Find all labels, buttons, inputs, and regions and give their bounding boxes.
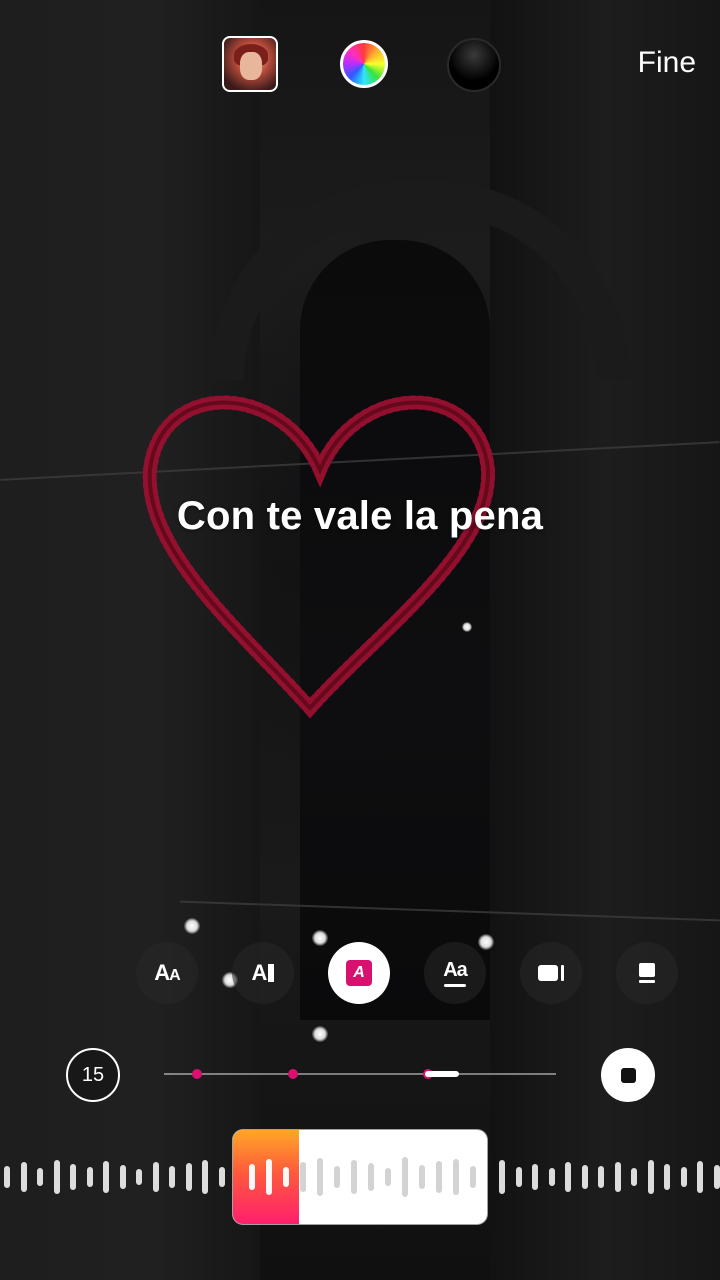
timeline-marker[interactable] — [288, 1069, 298, 1079]
lyric-timeline-track[interactable] — [164, 1073, 556, 1075]
waveform-bar — [86, 1167, 93, 1187]
heart-lights — [142, 395, 496, 719]
waveform-bar — [218, 1167, 225, 1187]
font-style-aa-icon: AA — [154, 960, 180, 985]
waveform-bar — [317, 1158, 323, 1196]
audio-waveform-scrubber[interactable] — [0, 1130, 720, 1226]
background-light — [312, 1026, 328, 1042]
timeline-handle[interactable] — [425, 1071, 459, 1077]
waveform-bar — [697, 1161, 703, 1193]
text-size-icon: Aa — [443, 959, 468, 987]
top-bar: Fine — [0, 30, 720, 100]
waveform-bar — [283, 1167, 289, 1187]
waveform-bar — [532, 1164, 538, 1190]
thumbnail-face — [240, 52, 262, 80]
waveform-bar — [598, 1166, 604, 1188]
card-style-icon — [639, 963, 655, 983]
stop-icon — [620, 1067, 636, 1083]
sticker-thumbnail-button[interactable] — [222, 36, 278, 92]
waveform-bar — [103, 1161, 109, 1193]
waveform-bar — [37, 1168, 43, 1186]
highlight-a-icon: A — [346, 960, 372, 986]
video-style-button[interactable] — [520, 942, 582, 1004]
waveform-bar — [20, 1162, 27, 1192]
waveform-bar — [266, 1159, 272, 1195]
clip-selector[interactable] — [233, 1130, 487, 1224]
waveform-bar — [614, 1162, 621, 1192]
waveform-bar — [249, 1164, 255, 1190]
duration-button[interactable]: 15 — [66, 1048, 120, 1102]
color-picker-button[interactable] — [340, 40, 388, 88]
waveform-bar — [334, 1166, 340, 1188]
waveform-bar — [53, 1160, 60, 1194]
waveform-bar — [565, 1162, 571, 1192]
card-style-button[interactable] — [616, 942, 678, 1004]
waveform-bar — [647, 1160, 654, 1194]
waveform-bar — [300, 1162, 306, 1192]
text-align-button[interactable]: A — [232, 942, 294, 1004]
waveform-bar — [385, 1168, 391, 1186]
waveform-bar — [548, 1168, 555, 1186]
waveform-bar — [368, 1163, 374, 1191]
timeline-row: 15 — [0, 1046, 720, 1102]
waveform-bar — [680, 1167, 687, 1187]
timeline-marker[interactable] — [192, 1069, 202, 1079]
waveform-bar — [631, 1168, 637, 1186]
waveform-bar — [351, 1160, 357, 1194]
waveform-bar — [515, 1167, 522, 1187]
story-text-editor: Fine Con te vale la pena AA A A Aa 15 — [0, 0, 720, 1280]
waveform-bar — [713, 1165, 720, 1189]
waveform-bar — [470, 1166, 476, 1188]
waveform-bar — [185, 1163, 192, 1191]
stop-button[interactable] — [601, 1048, 655, 1102]
waveform-bar — [664, 1164, 670, 1190]
waveform-bar — [581, 1165, 588, 1189]
text-size-button[interactable]: Aa — [424, 942, 486, 1004]
waveform-bar — [202, 1160, 208, 1194]
waveform-bar — [453, 1159, 459, 1195]
font-style-button[interactable]: AA — [136, 942, 198, 1004]
waveform-bar — [169, 1166, 175, 1188]
waveform-bar — [402, 1157, 408, 1197]
waveform-bar — [136, 1169, 142, 1185]
text-align-icon: A — [252, 960, 275, 986]
waveform-bar — [152, 1162, 159, 1192]
waveform-bar — [119, 1165, 126, 1189]
background-color-button[interactable] — [447, 38, 501, 92]
waveform-bar — [499, 1160, 505, 1194]
waveform-bar — [436, 1161, 442, 1193]
lyrics-caption[interactable]: Con te vale la pena — [0, 494, 720, 539]
style-toolbar: AA A A Aa — [136, 942, 696, 1006]
video-style-icon — [538, 965, 564, 981]
waveform-bar — [419, 1165, 425, 1189]
waveform-bar — [70, 1164, 76, 1190]
waveform-bar — [4, 1166, 10, 1188]
done-button[interactable]: Fine — [638, 46, 696, 80]
text-effect-button[interactable]: A — [328, 942, 390, 1004]
background-light — [184, 918, 200, 934]
